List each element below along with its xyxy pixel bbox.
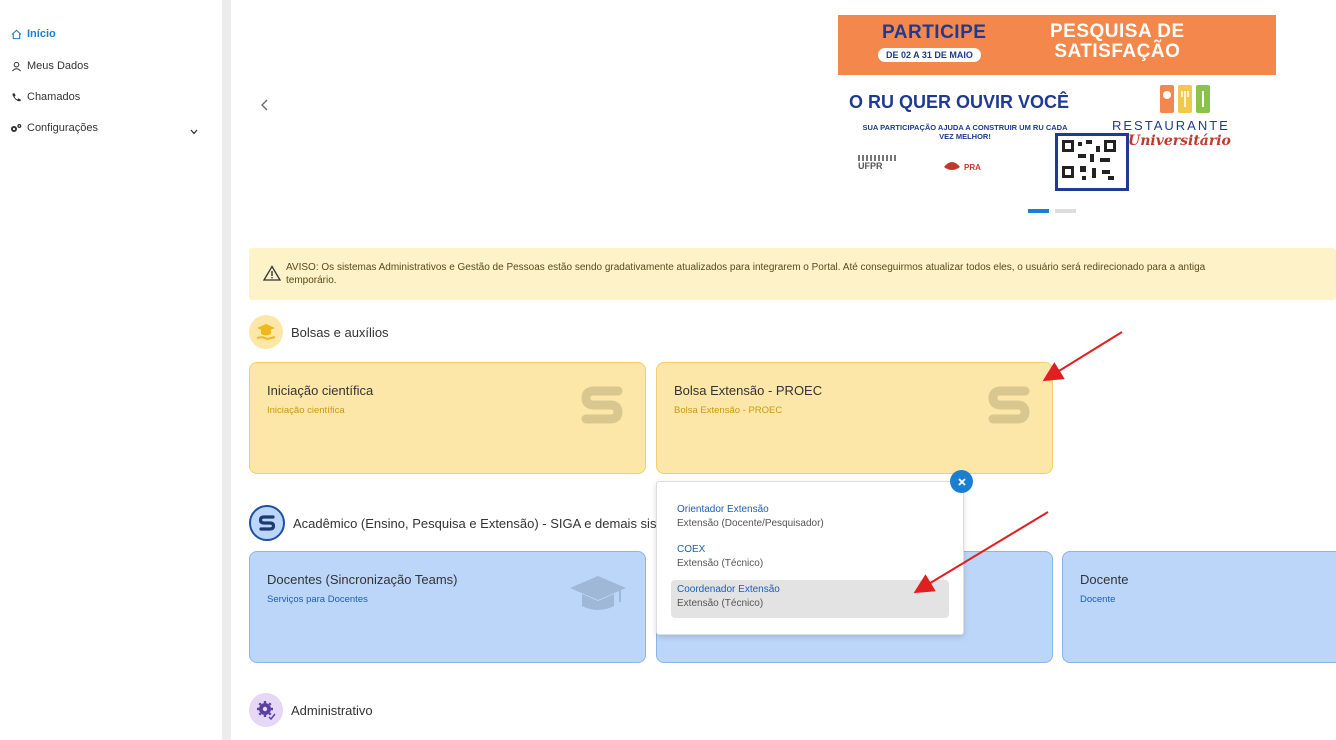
annotation-arrow (1042, 331, 1123, 382)
sidebar-item-label: Meus Dados (27, 60, 89, 72)
food-icon (1158, 81, 1214, 120)
carousel-dot-active[interactable] (1028, 209, 1049, 213)
card-docente[interactable]: Docente Docente (1062, 551, 1336, 663)
popup-item-coex[interactable]: COEX Extensão (Técnico) (671, 540, 947, 578)
section-header-administrativo: Administrativo (249, 693, 373, 727)
chevron-down-icon[interactable] (190, 122, 198, 140)
siga-s-icon (580, 383, 624, 432)
carousel-dot[interactable] (1055, 209, 1076, 213)
home-icon (10, 28, 22, 40)
sidebar-item-inicio[interactable]: Início (10, 28, 56, 40)
carousel-prev-button[interactable] (258, 97, 272, 113)
warning-alert: AVISO: Os sistemas Administrativos e Ges… (249, 248, 1336, 300)
alert-text: AVISO: Os sistemas Administrativos e Ges… (286, 262, 1206, 286)
sidebar-item-chamados[interactable]: Chamados (10, 91, 80, 103)
phone-icon (10, 91, 22, 103)
graduation-cap-icon (568, 572, 628, 619)
popup-item-sub: Extensão (Docente/Pesquisador) (677, 518, 824, 529)
card-subtitle: Bolsa Extensão - PROEC (674, 405, 783, 416)
popup-item-orientador-extensao[interactable]: Orientador Extensão Extensão (Docente/Pe… (671, 500, 947, 538)
qr-code (1055, 133, 1129, 191)
popup-item-label: Coordenador Extensão (677, 584, 780, 595)
sidebar-item-configuracoes[interactable]: Configurações (10, 122, 98, 134)
banner-subtext: SUA PARTICIPAÇÃO AJUDA A CONSTRUIR UM RU… (862, 123, 1068, 141)
sidebar-divider (222, 0, 231, 740)
ufpr-logo: UFPR (858, 155, 898, 171)
sidebar-item-label: Início (27, 28, 56, 40)
sidebar-item-meus-dados[interactable]: Meus Dados (10, 60, 89, 72)
popup-item-label: COEX (677, 544, 706, 555)
banner-universitario: Universitário (1128, 133, 1231, 149)
carousel-indicators (1028, 209, 1076, 213)
role-selection-popup: Orientador Extensão Extensão (Docente/Pe… (656, 481, 964, 635)
section-header-academico: Acadêmico (Ensino, Pesquisa e Extensão) … (249, 505, 656, 541)
banner-participe: PARTICIPE (882, 22, 987, 43)
siga-s-icon (249, 505, 285, 541)
banner-pesquisa-line2: SATISFAÇÃO (1054, 41, 1181, 62)
banner-header: PARTICIPE DE 02 A 31 DE MAIO PESQUISA DE… (838, 15, 1276, 75)
popup-item-sub: Extensão (Técnico) (677, 558, 764, 569)
gear-check-icon (249, 693, 283, 727)
sidebar-item-label: Chamados (27, 91, 81, 103)
card-title: Docentes (Sincronização Teams) (267, 572, 458, 587)
card-subtitle: Iniciação científica (267, 405, 345, 416)
card-iniciacao-cientifica[interactable]: Iniciação científica Iniciação científic… (249, 362, 646, 474)
card-title: Iniciação científica (267, 383, 374, 398)
banner-pesquisa-line1: PESQUISA DE (1050, 21, 1185, 42)
carousel-banner[interactable]: PARTICIPE DE 02 A 31 DE MAIO PESQUISA DE… (838, 15, 1276, 195)
card-subtitle: Docente (1080, 594, 1116, 605)
sidebar-item-label: Configurações (27, 122, 98, 134)
ufpr-logo-text: UFPR (858, 161, 883, 171)
card-subtitle: Serviços para Docentes (267, 594, 368, 605)
graduation-hand-icon (249, 315, 283, 349)
banner-date: DE 02 A 31 DE MAIO (878, 48, 981, 62)
banner-pesquisa: PESQUISA DE SATISFAÇÃO (1050, 22, 1185, 62)
popup-item-label: Orientador Extensão (677, 504, 769, 515)
banner-headline: O RU QUER OUVIR VOCÊ (849, 92, 1070, 112)
user-icon (10, 60, 22, 72)
popup-item-coordenador-extensao[interactable]: Coordenador Extensão Extensão (Técnico) (671, 580, 949, 618)
sidebar: Início Meus Dados Chamados Configurações (0, 0, 222, 740)
siga-s-icon (987, 383, 1031, 432)
pra-logo-text: PRA (964, 162, 981, 172)
close-icon[interactable] (950, 470, 973, 493)
card-bolsa-extensao-proec[interactable]: Bolsa Extensão - PROEC Bolsa Extensão - … (656, 362, 1053, 474)
popup-item-sub: Extensão (Técnico) (677, 598, 764, 609)
card-docentes-sincronizacao-teams[interactable]: Docentes (Sincronização Teams) Serviços … (249, 551, 646, 663)
pra-logo: PRA (943, 161, 981, 173)
card-title: Bolsa Extensão - PROEC (674, 383, 823, 398)
gears-icon (10, 122, 22, 134)
section-header-bolsas: Bolsas e auxílios (249, 315, 389, 349)
banner-restaurante: RESTAURANTE (1112, 118, 1230, 133)
section-title: Bolsas e auxílios (291, 324, 389, 340)
card-title: Docente (1080, 572, 1129, 587)
warning-icon (262, 265, 282, 286)
section-title: Acadêmico (Ensino, Pesquisa e Extensão) … (293, 515, 657, 531)
section-title: Administrativo (291, 702, 373, 718)
